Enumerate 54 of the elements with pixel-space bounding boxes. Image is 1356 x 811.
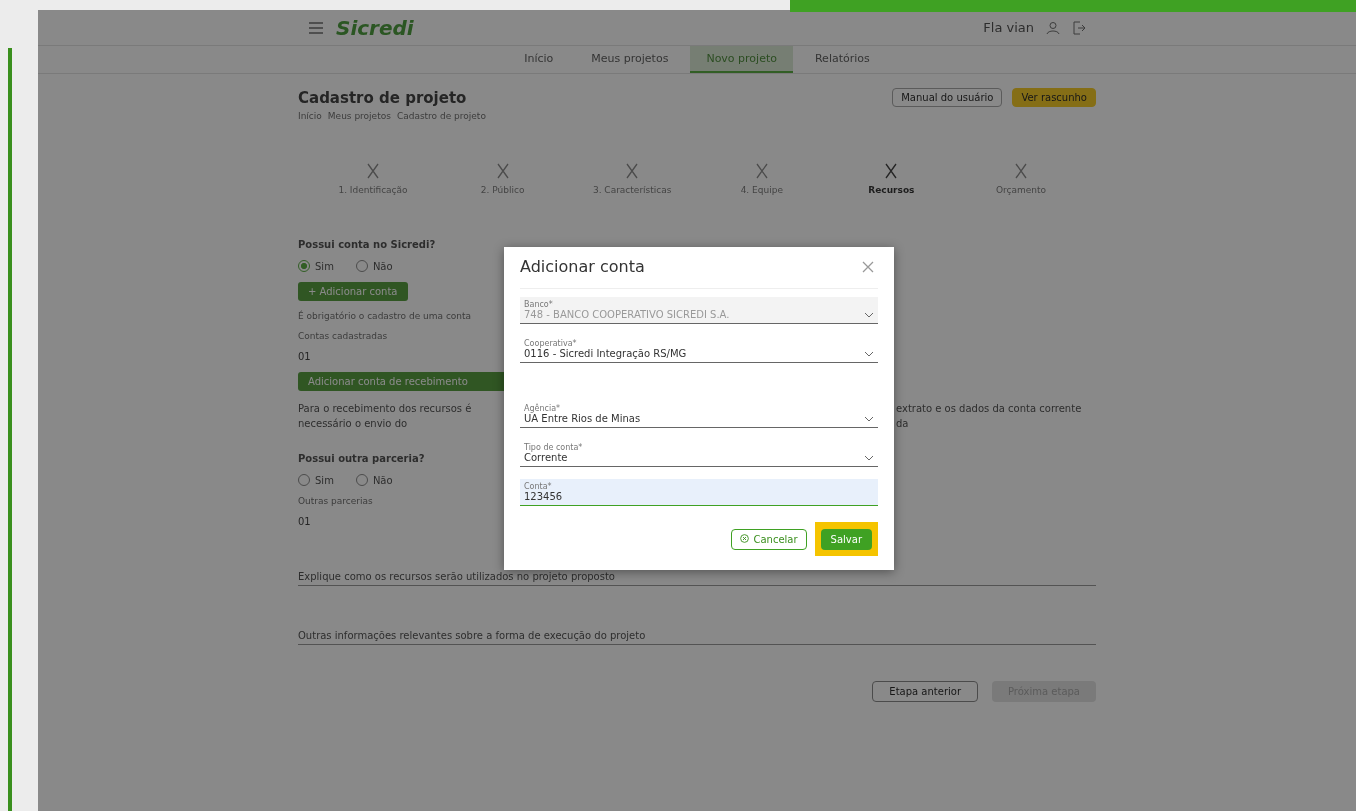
select-field[interactable]: Tipo de conta* Corrente — [520, 440, 878, 467]
step-icon — [754, 163, 769, 179]
user-icon[interactable] — [1046, 20, 1060, 35]
step[interactable]: Recursos — [836, 163, 947, 195]
chevron-down-icon — [864, 415, 874, 422]
cancel-button[interactable]: Cancelar — [731, 528, 807, 550]
menu-icon[interactable] — [308, 21, 324, 34]
breadcrumb-link[interactable]: Cadastro de projeto — [396, 111, 486, 121]
step-icon — [495, 163, 510, 179]
step-icon — [625, 163, 640, 179]
dialog-title: Adicionar conta — [520, 257, 645, 276]
question: Possui outra parceria? — [298, 453, 425, 464]
step[interactable]: 3. Características — [577, 163, 688, 195]
page-title: Cadastro de projeto — [298, 88, 468, 107]
select-field[interactable]: Agência* UA Entre Rios de Minas — [520, 401, 878, 428]
action-button[interactable]: Ver rascunho — [1012, 88, 1096, 107]
field-label: Outras parcerias — [298, 496, 373, 506]
step[interactable]: 4. Equipe — [706, 163, 817, 195]
info-paragraph: extrato e os dados da conta corrente da — [896, 402, 1083, 431]
step-icon — [884, 163, 899, 179]
nav-tab[interactable]: Meus projetos — [575, 46, 685, 73]
question: Possui conta no Sicredi? — [298, 239, 436, 250]
field-label: Contas cadastradas — [298, 331, 388, 341]
radio-option[interactable]: Sim — [298, 474, 334, 486]
user-name: Fla vian — [983, 20, 1034, 35]
radio-option[interactable]: Não — [355, 260, 393, 272]
add-account-button[interactable]: + Adicionar conta — [298, 282, 408, 301]
logo: Sicredi — [336, 15, 414, 40]
input-field[interactable]: Conta* 123456 — [520, 479, 878, 506]
text-area[interactable]: Explique como os recursos serão utilizados no projeto proposto — [298, 571, 1096, 586]
save-button[interactable]: Salvar — [820, 529, 872, 550]
chevron-down-icon — [864, 350, 874, 357]
logout-icon[interactable] — [1072, 20, 1086, 35]
step[interactable]: Orçamento — [965, 163, 1076, 195]
note-text: É obrigatório o cadastro de uma conta — [298, 311, 472, 321]
nav-tab[interactable]: Relatórios — [798, 46, 886, 73]
step-icon — [366, 163, 380, 179]
chevron-down-icon — [864, 454, 874, 461]
back-button[interactable]: Etapa anterior — [872, 681, 978, 702]
action-button[interactable]: Manual do usuário — [892, 88, 1003, 107]
radio-option[interactable]: Não — [355, 474, 393, 486]
breadcrumb-link[interactable]: Meus projetos — [327, 111, 391, 121]
nav-tab[interactable]: Novo projeto — [690, 46, 793, 73]
radio-option[interactable]: Sim — [298, 260, 334, 272]
breadcrumb-link[interactable]: Início — [298, 111, 322, 121]
cancel-icon — [740, 533, 750, 543]
step-icon — [1013, 163, 1028, 179]
text-area[interactable]: Outras informações relevantes sobre a forma de execução do projeto — [298, 630, 1096, 645]
select-field[interactable]: Cooperativa* 0116 - Sicredi Integração RS/MG — [520, 336, 878, 363]
step[interactable]: 1. Identificação — [318, 163, 428, 195]
step[interactable]: 2. Público — [447, 163, 558, 195]
nav-tab[interactable]: Início — [508, 46, 570, 73]
chevron-down-icon — [864, 311, 874, 318]
info-paragraph: Para o recebimento dos recursos é necessário o envio do — [298, 402, 473, 431]
